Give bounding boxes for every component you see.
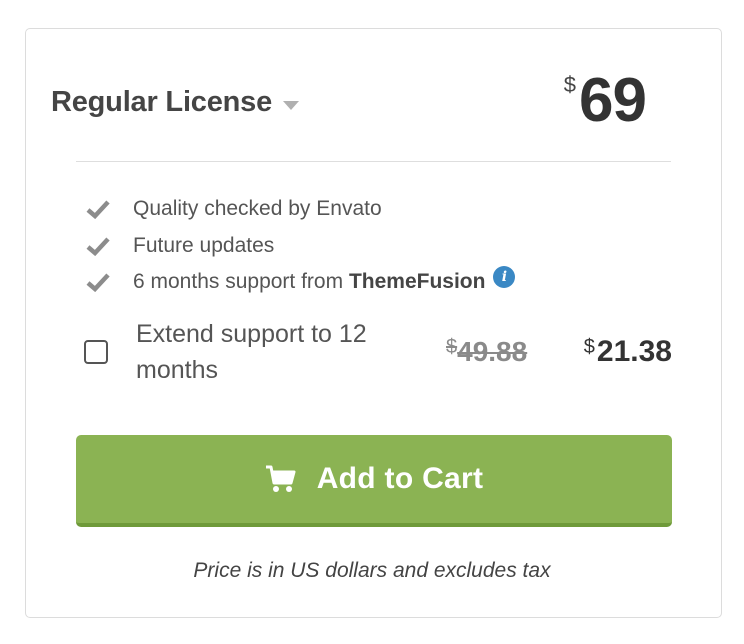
price-amount: 69 [579,66,647,135]
old-price: $ 49.88 [446,336,527,368]
features-list: Quality checked by Envato Future updates… [86,191,516,301]
new-price-amount: 21.38 [596,335,672,368]
feature-text: 6 months support from ThemeFusion [133,270,485,294]
extend-support-checkbox[interactable] [84,340,108,364]
old-price-currency: $ [446,336,458,358]
feature-text-prefix: 6 months support from [133,270,349,294]
add-to-cart-label: Add to Cart [316,462,484,495]
feature-item: 6 months support from ThemeFusion i [86,264,516,301]
feature-text: Future updates [133,233,275,257]
extend-support-label[interactable]: Extend support to 12 months [136,316,436,388]
check-icon [86,200,110,220]
license-selector[interactable]: Regular License [51,86,300,119]
info-icon[interactable]: i [493,266,516,289]
feature-item: Future updates [86,228,515,265]
license-title: Regular License [51,86,273,118]
cart-icon [265,465,296,492]
tax-note: Price is in US dollars and excludes tax [193,559,551,582]
check-icon [86,273,110,293]
feature-text: Quality checked by Envato [133,197,382,221]
new-price-currency: $ [583,336,595,358]
license-header: Regular License $ 69 [51,60,647,162]
feature-item: Quality checked by Envato [86,191,515,228]
check-icon [86,237,110,256]
price-currency: $ [563,72,577,97]
author-name: ThemeFusion [348,270,486,294]
new-price: $ 21.38 [584,336,672,368]
extend-support-row: Extend support to 12 months $ 49.88 $ 21… [84,316,672,388]
old-price-amount: 49.88 [457,336,528,367]
license-price: $ 69 [563,66,647,135]
add-to-cart-button[interactable]: Add to Cart [76,435,672,527]
caret-down-icon [283,101,300,110]
divider [76,161,671,162]
